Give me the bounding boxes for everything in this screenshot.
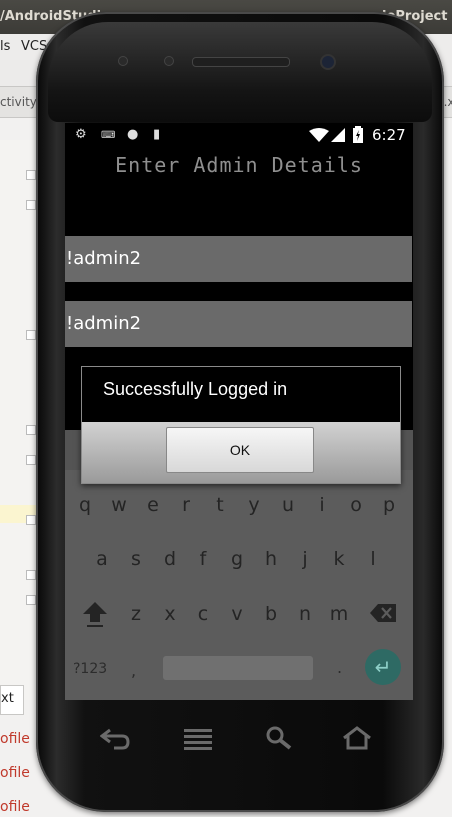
alert-dialog: Successfully Logged in OK bbox=[81, 366, 401, 484]
search-icon[interactable] bbox=[266, 726, 292, 750]
key-s[interactable]: s bbox=[122, 548, 150, 570]
wifi-icon bbox=[309, 128, 329, 142]
key-r[interactable]: r bbox=[172, 494, 200, 516]
circle-icon: ● bbox=[127, 127, 139, 142]
key-comma[interactable]: , bbox=[131, 661, 136, 680]
fold-marker[interactable] bbox=[26, 515, 36, 525]
enter-icon: ↵ bbox=[374, 655, 392, 679]
earpiece-speaker bbox=[192, 57, 290, 67]
log-line: ofile bbox=[0, 731, 30, 747]
username-field[interactable]: !admin2 bbox=[65, 236, 412, 282]
key-w[interactable]: w bbox=[105, 494, 133, 516]
ide-gutter bbox=[0, 140, 37, 700]
ok-button[interactable]: OK bbox=[166, 427, 314, 473]
fold-marker[interactable] bbox=[26, 455, 36, 465]
front-camera bbox=[320, 54, 336, 70]
password-value: !admin2 bbox=[66, 313, 142, 334]
proximity-sensor bbox=[118, 56, 128, 66]
fold-marker[interactable] bbox=[26, 200, 36, 210]
shift-icon[interactable] bbox=[81, 600, 109, 630]
key-period[interactable]: . bbox=[337, 658, 342, 677]
key-k[interactable]: k bbox=[325, 548, 353, 570]
key-o[interactable]: o bbox=[342, 494, 370, 516]
back-icon[interactable] bbox=[100, 726, 130, 750]
key-t[interactable]: t bbox=[206, 494, 234, 516]
signal-icon bbox=[331, 128, 345, 142]
key-a[interactable]: a bbox=[88, 548, 116, 570]
sdcard-icon: ▮ bbox=[153, 127, 161, 142]
phone-bezel-top bbox=[48, 22, 432, 122]
fold-marker[interactable] bbox=[26, 595, 36, 605]
key-p[interactable]: p bbox=[375, 494, 403, 516]
key-b[interactable]: b bbox=[257, 603, 285, 625]
key-g[interactable]: g bbox=[223, 548, 251, 570]
username-value: !admin2 bbox=[66, 248, 142, 269]
key-x[interactable]: x bbox=[156, 603, 184, 625]
symbols-key[interactable]: ?123 bbox=[73, 661, 107, 677]
key-v[interactable]: v bbox=[223, 603, 251, 625]
battery-icon bbox=[353, 126, 363, 143]
key-e[interactable]: e bbox=[139, 494, 167, 516]
key-n[interactable]: n bbox=[291, 603, 319, 625]
backspace-icon[interactable] bbox=[370, 602, 398, 624]
fold-marker[interactable] bbox=[26, 570, 36, 580]
key-c[interactable]: c bbox=[189, 603, 217, 625]
password-field[interactable]: !admin2 bbox=[65, 301, 412, 347]
page-title: Enter Admin Details bbox=[115, 153, 363, 177]
key-i[interactable]: i bbox=[308, 494, 336, 516]
bottom-tab-label: xt bbox=[1, 691, 14, 706]
key-h[interactable]: h bbox=[257, 548, 285, 570]
log-line: ofile bbox=[0, 799, 30, 815]
fold-marker[interactable] bbox=[26, 425, 36, 435]
menu-icon[interactable] bbox=[184, 726, 212, 750]
key-u[interactable]: u bbox=[274, 494, 302, 516]
key-d[interactable]: d bbox=[156, 548, 184, 570]
enter-key[interactable]: ↵ bbox=[365, 649, 401, 685]
keyboard-icon: ⌨ bbox=[101, 130, 116, 141]
light-sensor bbox=[164, 56, 174, 66]
spacebar[interactable] bbox=[163, 656, 313, 680]
log-line: ofile bbox=[0, 765, 30, 781]
fold-marker[interactable] bbox=[26, 170, 36, 180]
dialog-button-bar: OK bbox=[82, 422, 400, 483]
key-f[interactable]: f bbox=[189, 548, 217, 570]
ide-bottom-tab-text[interactable]: xt bbox=[0, 685, 24, 715]
key-y[interactable]: y bbox=[240, 494, 268, 516]
key-m[interactable]: m bbox=[325, 603, 353, 625]
dialog-message: Successfully Logged in bbox=[103, 379, 288, 399]
clock: 6:27 bbox=[372, 126, 406, 144]
gear-icon: ⚙ bbox=[75, 127, 87, 142]
home-icon[interactable] bbox=[342, 726, 372, 750]
menu-item-tools[interactable]: ls bbox=[0, 39, 10, 54]
tab-activity[interactable]: ctivity bbox=[0, 95, 37, 109]
status-bar: ⚙ ⌨ ● ▮ 6:27 bbox=[65, 123, 413, 147]
key-l[interactable]: l bbox=[359, 548, 387, 570]
fold-marker[interactable] bbox=[26, 330, 36, 340]
key-q[interactable]: q bbox=[71, 494, 99, 516]
key-j[interactable]: j bbox=[291, 548, 319, 570]
key-z[interactable]: z bbox=[122, 603, 150, 625]
